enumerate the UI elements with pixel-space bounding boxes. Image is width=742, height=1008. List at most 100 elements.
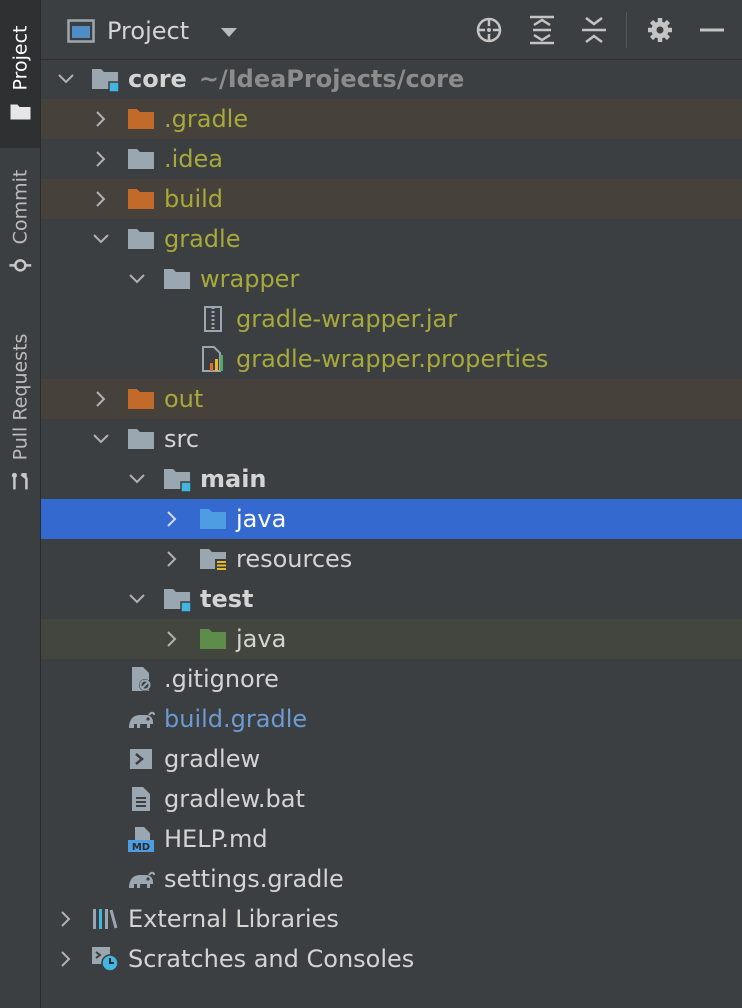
module-folder-icon: [92, 69, 119, 92]
markdown-file-icon: MD: [128, 827, 154, 852]
tree-row-gradle[interactable]: gradle: [41, 219, 742, 259]
tree-label: settings.gradle: [164, 865, 344, 893]
tree-row-gradlew[interactable]: gradlew: [41, 739, 742, 779]
project-view-title: Project: [107, 17, 190, 45]
pull-request-icon: [11, 472, 28, 490]
tree-label: out: [164, 385, 204, 413]
root-module-name: core: [128, 65, 187, 93]
project-tab-label: Project: [9, 25, 32, 91]
tree-label: test: [200, 585, 254, 613]
chevron-right-icon[interactable]: [93, 191, 109, 207]
tree-row-gitignore[interactable]: .gitignore: [41, 659, 742, 699]
collapse-all-button[interactable]: [579, 14, 609, 46]
tree-row-resources[interactable]: resources: [41, 539, 742, 579]
tree-label: src: [164, 425, 200, 453]
root-module-path: ~/IdeaProjects/core: [198, 65, 465, 93]
tree-row-main[interactable]: main: [41, 459, 742, 499]
locate-file-button[interactable]: [474, 14, 504, 46]
chevron-right-icon[interactable]: [93, 111, 109, 127]
module-folder-icon: [164, 589, 191, 612]
gradle-elephant-icon: [129, 711, 155, 728]
tree-row-test-java[interactable]: java: [41, 619, 742, 659]
tree-row-gradlew-bat[interactable]: gradlew.bat: [41, 779, 742, 819]
project-tool-tab[interactable]: Project: [0, 0, 40, 148]
archive-jar-icon: [204, 306, 222, 332]
excluded-folder-icon: [128, 109, 154, 129]
commit-icon: [9, 259, 32, 272]
tree-label: .gitignore: [164, 665, 279, 693]
tree-row-wrapper-properties[interactable]: gradle-wrapper.properties: [41, 339, 742, 379]
excluded-folder-icon: [128, 189, 154, 209]
chevron-down-icon[interactable]: [93, 231, 109, 247]
chevron-right-icon[interactable]: [58, 951, 74, 967]
tree-row-external-libraries[interactable]: External Libraries: [41, 899, 742, 939]
tree-label: build: [164, 185, 224, 213]
collapse-all-icon: [582, 17, 606, 43]
chevron-down-icon: [221, 28, 238, 37]
tree-label: Scratches and Consoles: [128, 945, 415, 973]
folder-icon: [128, 229, 154, 249]
tree-row-out[interactable]: out: [41, 379, 742, 419]
chevron-down-icon[interactable]: [93, 431, 109, 447]
chevron-down-icon[interactable]: [129, 471, 145, 487]
chevron-right-icon[interactable]: [93, 151, 109, 167]
chevron-down-icon[interactable]: [58, 71, 74, 87]
tree-row-wrapper-jar[interactable]: gradle-wrapper.jar: [41, 299, 742, 339]
tree-row-scratches[interactable]: Scratches and Consoles: [41, 939, 742, 979]
chevron-right-icon[interactable]: [164, 551, 180, 567]
project-toolbar: Project: [41, 0, 742, 60]
shell-script-icon: [130, 749, 152, 769]
folder-icon: [164, 269, 190, 289]
pull-requests-tool-tab[interactable]: Pull Requests: [0, 318, 40, 508]
ignore-file-icon: [132, 667, 151, 691]
chevron-right-icon[interactable]: [93, 391, 109, 407]
tree-label: build.gradle: [164, 705, 308, 733]
tree-label: resources: [236, 545, 353, 573]
tree-row-idea[interactable]: .idea: [41, 139, 742, 179]
tree-label: java: [236, 505, 287, 533]
tree-label: wrapper: [200, 265, 300, 293]
hide-window-button[interactable]: [697, 14, 727, 46]
gradle-elephant-icon: [129, 871, 155, 888]
test-folder-icon: [200, 629, 226, 649]
chevron-right-icon[interactable]: [164, 511, 180, 527]
chevron-down-icon[interactable]: [129, 271, 145, 287]
tree-label: External Libraries: [128, 905, 339, 933]
project-window-icon: [67, 19, 95, 43]
chevron-right-icon[interactable]: [58, 911, 74, 927]
tree-row-build[interactable]: build: [41, 179, 742, 219]
chevron-down-icon[interactable]: [129, 591, 145, 607]
tree-row-settings-gradle[interactable]: settings.gradle: [41, 859, 742, 899]
locate-icon: [476, 17, 502, 43]
tree-label: HELP.md: [164, 825, 268, 853]
project-view-dropdown[interactable]: Project: [67, 13, 241, 49]
tree-row-help-md[interactable]: MD HELP.md: [41, 819, 742, 859]
tree-row-src[interactable]: src: [41, 419, 742, 459]
chevron-right-icon[interactable]: [164, 631, 180, 647]
tree-label: main: [200, 465, 267, 493]
tree-label: gradle: [164, 225, 241, 253]
pull-requests-tab-label: Pull Requests: [9, 333, 31, 461]
commit-tab-label: Commit: [9, 169, 32, 245]
expand-all-icon: [530, 15, 554, 45]
folder-icon: [128, 429, 154, 449]
expand-all-button[interactable]: [527, 14, 557, 46]
settings-gear-icon: [648, 18, 672, 42]
commit-tool-tab[interactable]: Commit: [0, 158, 40, 288]
tree-label: gradle-wrapper.properties: [236, 345, 549, 373]
properties-file-icon: [202, 346, 223, 372]
tree-row-main-java[interactable]: java: [41, 499, 742, 539]
tree-label: gradlew: [164, 745, 261, 773]
tree-row-gradle-dir[interactable]: .gradle: [41, 99, 742, 139]
tree-row-wrapper[interactable]: wrapper: [41, 259, 742, 299]
resources-folder-icon: [200, 549, 227, 572]
source-folder-icon: [200, 509, 226, 529]
hide-minus-icon: [700, 28, 724, 32]
settings-button[interactable]: [645, 14, 675, 46]
text-file-icon: [132, 787, 150, 811]
tree-row-core[interactable]: core ~/IdeaProjects/core: [41, 59, 742, 99]
tree-label: gradle-wrapper.jar: [236, 305, 458, 333]
folder-icon: [10, 104, 31, 120]
tree-row-build-gradle[interactable]: build.gradle: [41, 699, 742, 739]
tree-row-test[interactable]: test: [41, 579, 742, 619]
